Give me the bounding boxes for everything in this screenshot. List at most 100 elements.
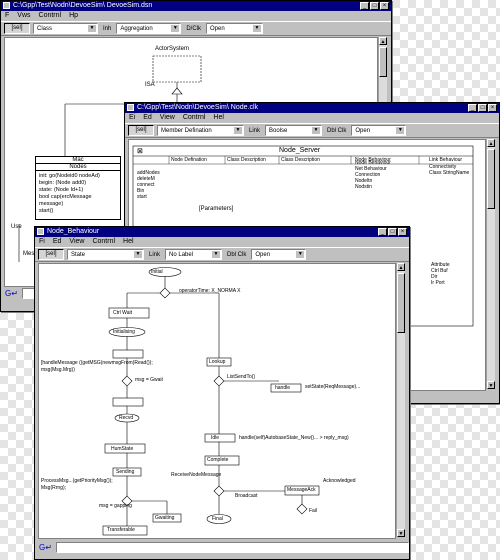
- behaviour-toolbar: [sel] State ▼ Link No Label ▼ Dbl Clk Open…: [35, 247, 409, 262]
- class-method: init: go(Nodeid0 nodeAd): [39, 173, 100, 179]
- node-menubar: Ei Ed View Contrnl Hel: [125, 113, 499, 123]
- node-class-box[interactable]: Mac Nodes init: go(Nodeid0 nodeAd) begin…: [35, 156, 121, 220]
- maximize-icon[interactable]: □: [370, 2, 379, 10]
- menu-control[interactable]: Contrnl: [183, 113, 206, 123]
- chevron-down-icon[interactable]: ▼: [212, 251, 221, 258]
- menu-view[interactable]: View: [160, 113, 175, 123]
- select-tool-button[interactable]: [sel]: [128, 125, 154, 136]
- collapse-icon[interactable]: ⊠: [137, 147, 143, 155]
- member-type-select[interactable]: Member Defination ▼: [157, 125, 244, 136]
- state-type-select[interactable]: State ▼: [67, 249, 144, 260]
- class-method: begin: (Node add0): [39, 180, 87, 186]
- label-type-select[interactable]: No Label ▼: [165, 249, 223, 260]
- select-tool-button[interactable]: [sel]: [38, 249, 64, 260]
- list-item[interactable]: Ir Port: [431, 280, 450, 286]
- decision-diamond: [159, 287, 171, 299]
- menu-views[interactable]: Vws: [17, 11, 30, 21]
- minimize-icon[interactable]: _: [360, 2, 369, 10]
- node-window-title: C:\Gpp\Test\Nodn\DevoeSim\ Node.clk: [137, 104, 258, 111]
- menu-file[interactable]: F: [5, 11, 9, 21]
- menu-file[interactable]: Fi: [39, 237, 45, 247]
- app-icon: [37, 228, 44, 235]
- select-tool-button[interactable]: [sel]: [4, 23, 30, 34]
- dblclick-label: Dbl Clk: [327, 127, 347, 134]
- action-label: setState(ReqMessage)...: [305, 384, 361, 390]
- chevron-down-icon[interactable]: ▼: [296, 251, 305, 258]
- list-item[interactable]: Class StringName: [429, 170, 469, 176]
- dblclick-action-select[interactable]: Open ▼: [351, 125, 407, 136]
- start-label: Initial: [151, 269, 163, 275]
- guard-label: Fail: [309, 508, 318, 514]
- menu-edit[interactable]: Ed: [143, 113, 152, 123]
- node-titlebar[interactable]: C:\Gpp\Test\Nodn\DevoeSim\ Node.clk _ □ …: [125, 103, 499, 113]
- chevron-down-icon[interactable]: ▼: [234, 127, 242, 134]
- class-type-select[interactable]: Class ▼: [33, 23, 98, 34]
- chevron-down-icon[interactable]: ▼: [396, 127, 405, 134]
- state-label: Gwaiting: [155, 515, 175, 521]
- scroll-down-icon[interactable]: ▼: [487, 381, 495, 389]
- scroll-up-icon[interactable]: ▲: [379, 37, 387, 45]
- class-type-value: Class: [37, 25, 53, 32]
- decision-diamond: [121, 375, 133, 387]
- menu-help[interactable]: Hel: [123, 237, 134, 247]
- state-label: Sending: [116, 469, 135, 475]
- scroll-thumb[interactable]: [487, 149, 495, 209]
- guard-label: ListSendTo(): [227, 374, 256, 380]
- chevron-down-icon[interactable]: ▼: [312, 127, 321, 134]
- menu-file[interactable]: Ei: [129, 113, 135, 123]
- menu-edit[interactable]: Ed: [53, 237, 62, 247]
- close-icon[interactable]: ×: [398, 228, 407, 236]
- state-label: HumState: [111, 446, 134, 452]
- behaviour-vscroll[interactable]: ▲ ▼: [396, 263, 405, 537]
- menu-control[interactable]: Contrnl: [39, 11, 62, 21]
- behaviour-titlebar[interactable]: Node_Behaviour _ □ ×: [35, 227, 409, 237]
- chevron-down-icon[interactable]: ▼: [88, 25, 96, 32]
- maximize-icon[interactable]: □: [388, 228, 397, 236]
- main-toolbar: [sel] Class ▼ Inh Aggregation ▼ D/Clk Open…: [1, 21, 391, 36]
- class-method: bool cap(ercMessage message): [39, 194, 92, 207]
- dblclick-action-select[interactable]: Open ▼: [251, 249, 307, 260]
- close-icon[interactable]: ×: [488, 104, 497, 112]
- list-item[interactable]: start: [137, 194, 160, 200]
- menu-help[interactable]: Hp: [69, 11, 78, 21]
- chevron-down-icon[interactable]: ▼: [253, 25, 262, 32]
- transition-label: operatorTime: X_NORMA X: [179, 288, 241, 294]
- state-label: Initialising: [113, 329, 135, 335]
- maximize-icon[interactable]: □: [478, 104, 487, 112]
- decision-diamond: [213, 485, 225, 497]
- minimize-icon[interactable]: _: [378, 228, 387, 236]
- relation-type-select[interactable]: Aggregation ▼: [116, 23, 182, 34]
- scroll-down-icon[interactable]: ▼: [397, 529, 405, 537]
- list-item[interactable]: Nodstin: [355, 184, 391, 190]
- action-label: Msg(Rrng);: [41, 485, 67, 491]
- behaviour-canvas[interactable]: Initial operatorTime: X_NORMA X Ctrl Wai…: [38, 263, 396, 539]
- chevron-down-icon[interactable]: ▼: [134, 251, 142, 258]
- dblclick-action-select[interactable]: Open ▼: [206, 23, 264, 34]
- menu-control[interactable]: Contrnl: [92, 237, 115, 247]
- close-icon[interactable]: ×: [380, 2, 389, 10]
- class-title: Mac: [36, 157, 120, 164]
- scroll-thumb[interactable]: [379, 47, 387, 77]
- menu-help[interactable]: Hel: [213, 113, 224, 123]
- main-titlebar[interactable]: C:\Gpp\Test\Nodn\DevoeSim\ DevoeSim.dsn …: [1, 1, 391, 11]
- guard-label: msg = Gwait: [135, 377, 163, 383]
- state-label: Complete: [207, 457, 229, 463]
- action-label: ProcessMsg...(getPriorityMsg());: [41, 478, 113, 484]
- scroll-up-icon[interactable]: ▲: [397, 263, 405, 271]
- menu-view[interactable]: View: [69, 237, 84, 247]
- isa-label: ISA: [145, 82, 155, 88]
- state-label: MessageAck: [287, 487, 316, 493]
- dblclick-action-value: Open: [355, 127, 371, 134]
- action-label: ReceiveNodeMessage: [171, 472, 222, 478]
- minimize-icon[interactable]: _: [468, 104, 477, 112]
- scroll-up-icon[interactable]: ▲: [487, 139, 495, 147]
- link-type-select[interactable]: Boolse ▼: [265, 125, 323, 136]
- scroll-thumb[interactable]: [397, 273, 405, 333]
- node-vscroll[interactable]: ▲ ▼: [486, 139, 495, 389]
- behaviour-menubar: Fi Ed View Contrnl Hel: [35, 237, 409, 247]
- behaviour-window: Node_Behaviour _ □ × Fi Ed View Contrnl …: [34, 226, 410, 560]
- chevron-down-icon[interactable]: ▼: [171, 25, 180, 32]
- main-menubar: F Vws Contrnl Hp: [1, 11, 391, 21]
- window-controls: _ □ ×: [378, 228, 407, 236]
- status-icon: G↵: [5, 288, 18, 298]
